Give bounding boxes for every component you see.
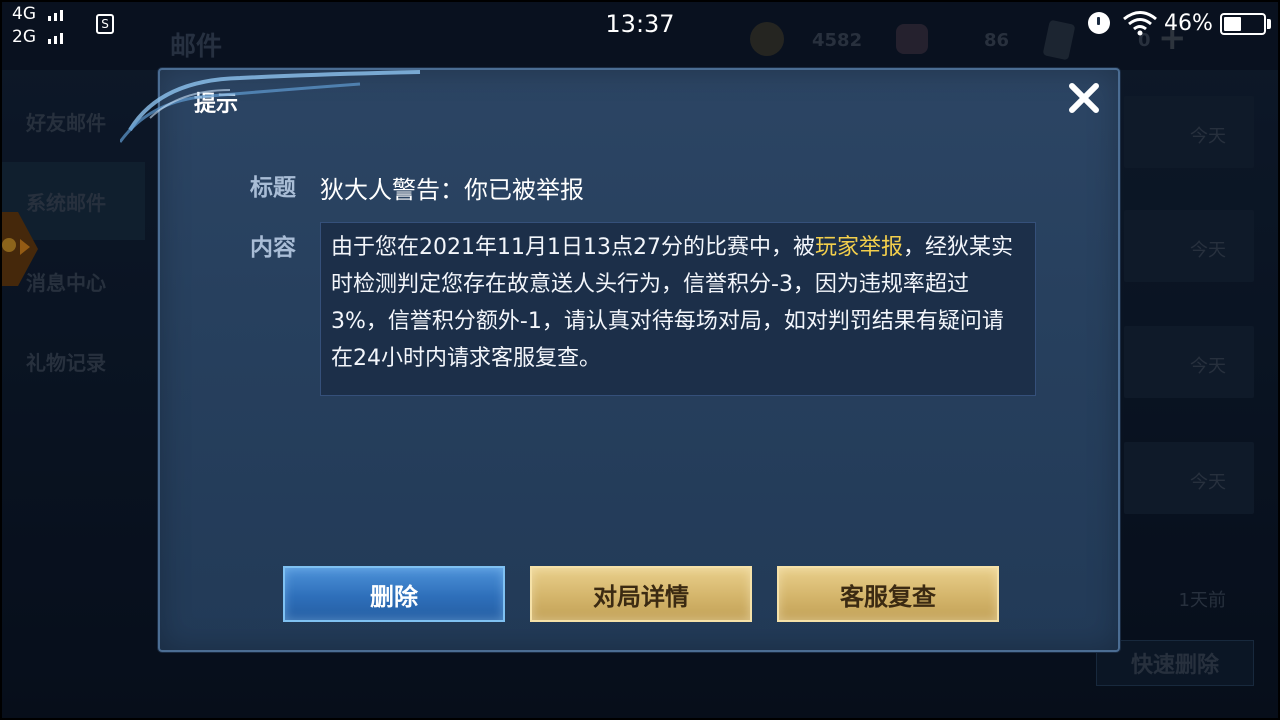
wifi-icon [1123, 11, 1157, 36]
content-text-before: 由于您在2021年11月1日13点27分的比赛中，被 [331, 235, 815, 260]
content-highlight-player-report: 玩家举报 [814, 235, 903, 260]
close-button[interactable] [1066, 80, 1102, 116]
alarm-icon [1088, 12, 1110, 34]
mail-content-label: 内容 [250, 235, 296, 261]
battery-icon [1220, 13, 1266, 35]
notice-dialog: 提示 标题 狄大人警告：你已被举报 内容 由于您在2021年11月1日13点27… [120, 68, 1120, 652]
battery-tip [1267, 19, 1271, 29]
mail-content-box: 由于您在2021年11月1日13点27分的比赛中，被玩家举报，经狄某实时检测判定… [320, 222, 1036, 396]
mail-content-text: 由于您在2021年11月1日13点27分的比赛中，被玩家举报，经狄某实时检测判定… [331, 229, 1025, 377]
dialog-ornament-icon [120, 70, 421, 143]
battery-level [1224, 17, 1241, 31]
status-bar: 4G 2G S 13:37 46% [0, 0, 1280, 48]
delete-button[interactable]: 删除 [283, 566, 505, 622]
mail-title-value: 狄大人警告：你已被举报 [320, 176, 584, 204]
mail-title-label: 标题 [250, 175, 296, 201]
match-details-button[interactable]: 对局详情 [530, 566, 752, 622]
battery-percent: 46% [1164, 11, 1213, 36]
support-review-button[interactable]: 客服复查 [777, 566, 999, 622]
